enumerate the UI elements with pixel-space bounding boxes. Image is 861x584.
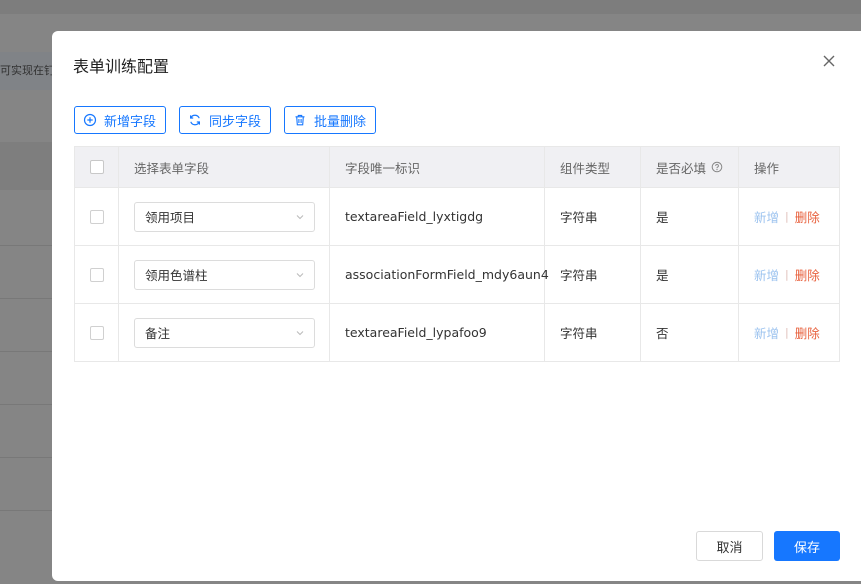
action-separator: | <box>785 210 789 223</box>
sync-icon <box>188 113 202 127</box>
required-value: 是 <box>641 188 739 245</box>
component-type: 字符串 <box>545 246 641 303</box>
field-select[interactable]: 领用项目 <box>134 201 315 232</box>
table-row: 备注 textareaField_lypafoo9 字符串 否 新增 | 删除 <box>75 304 839 362</box>
row-delete-link[interactable]: 删除 <box>795 265 820 284</box>
sync-field-button[interactable]: 同步字段 <box>179 106 272 134</box>
add-field-label: 新增字段 <box>104 114 157 130</box>
select-all-checkbox[interactable] <box>90 160 104 174</box>
row-delete-link[interactable]: 删除 <box>795 207 820 226</box>
field-select-cell: 领用项目 <box>119 188 330 245</box>
required-value: 否 <box>641 304 739 361</box>
component-type: 字符串 <box>545 304 641 361</box>
row-checkbox-cell <box>75 188 119 245</box>
header-select-field: 选择表单字段 <box>119 147 330 187</box>
component-type: 字符串 <box>545 188 641 245</box>
field-key: textareaField_lypafoo9 <box>330 304 545 361</box>
row-actions: 新增 | 删除 <box>739 304 839 361</box>
table-row: 领用色谱柱 associationFormField_mdy6aun4 字符串 … <box>75 246 839 304</box>
save-button[interactable]: 保存 <box>774 531 840 561</box>
cancel-button[interactable]: 取消 <box>696 531 763 561</box>
field-key: textareaField_lyxtigdg <box>330 188 545 245</box>
chevron-down-icon <box>295 328 305 338</box>
chevron-down-icon <box>295 270 305 280</box>
header-required: 是否必填 <box>641 147 739 187</box>
toolbar: 新增字段 同步字段 批量删除 <box>74 106 377 134</box>
row-checkbox[interactable] <box>90 267 104 282</box>
row-add-link[interactable]: 新增 <box>754 323 779 342</box>
close-icon[interactable] <box>820 52 838 70</box>
header-checkbox-cell <box>75 147 119 187</box>
question-circle-icon[interactable] <box>711 161 723 173</box>
row-checkbox-cell <box>75 246 119 303</box>
field-select-cell: 备注 <box>119 304 330 361</box>
field-table: 选择表单字段 字段唯一标识 组件类型 是否必填 操作 领用项目 textarea… <box>74 146 840 362</box>
batch-delete-label: 批量删除 <box>314 114 367 130</box>
row-checkbox[interactable] <box>90 325 104 340</box>
header-required-label: 是否必填 <box>656 160 707 176</box>
plus-circle-icon <box>83 113 97 127</box>
header-component-type: 组件类型 <box>545 147 641 187</box>
field-key: associationFormField_mdy6aun4 <box>330 246 549 303</box>
header-actions: 操作 <box>754 160 780 176</box>
header-field-key: 字段唯一标识 <box>330 147 545 187</box>
row-delete-link[interactable]: 删除 <box>795 323 820 342</box>
form-training-config-dialog: 表单训练配置 新增字段 同步字段 批量删除 选择表单字段 字段唯一标识 组件类型… <box>52 31 861 581</box>
row-actions: 新增 | 删除 <box>739 188 839 245</box>
field-select-value: 领用项目 <box>145 210 196 225</box>
batch-delete-button[interactable]: 批量删除 <box>284 106 377 134</box>
action-separator: | <box>785 268 789 281</box>
sync-field-label: 同步字段 <box>209 114 262 130</box>
field-select-value: 备注 <box>145 326 171 341</box>
field-select-value: 领用色谱柱 <box>145 268 208 283</box>
row-add-link[interactable]: 新增 <box>754 207 779 226</box>
action-separator: | <box>785 326 789 339</box>
trash-icon <box>293 113 307 127</box>
row-checkbox-cell <box>75 304 119 361</box>
field-select[interactable]: 备注 <box>134 317 315 348</box>
chevron-down-icon <box>295 212 305 222</box>
add-field-button[interactable]: 新增字段 <box>74 106 167 134</box>
row-actions: 新增 | 删除 <box>739 246 839 303</box>
field-select[interactable]: 领用色谱柱 <box>134 259 315 290</box>
table-row: 领用项目 textareaField_lyxtigdg 字符串 是 新增 | 删… <box>75 188 839 246</box>
required-value: 是 <box>641 246 739 303</box>
table-header: 选择表单字段 字段唯一标识 组件类型 是否必填 操作 <box>75 147 839 188</box>
field-select-cell: 领用色谱柱 <box>119 246 330 303</box>
dialog-title: 表单训练配置 <box>73 57 170 76</box>
row-checkbox[interactable] <box>90 209 104 224</box>
row-add-link[interactable]: 新增 <box>754 265 779 284</box>
